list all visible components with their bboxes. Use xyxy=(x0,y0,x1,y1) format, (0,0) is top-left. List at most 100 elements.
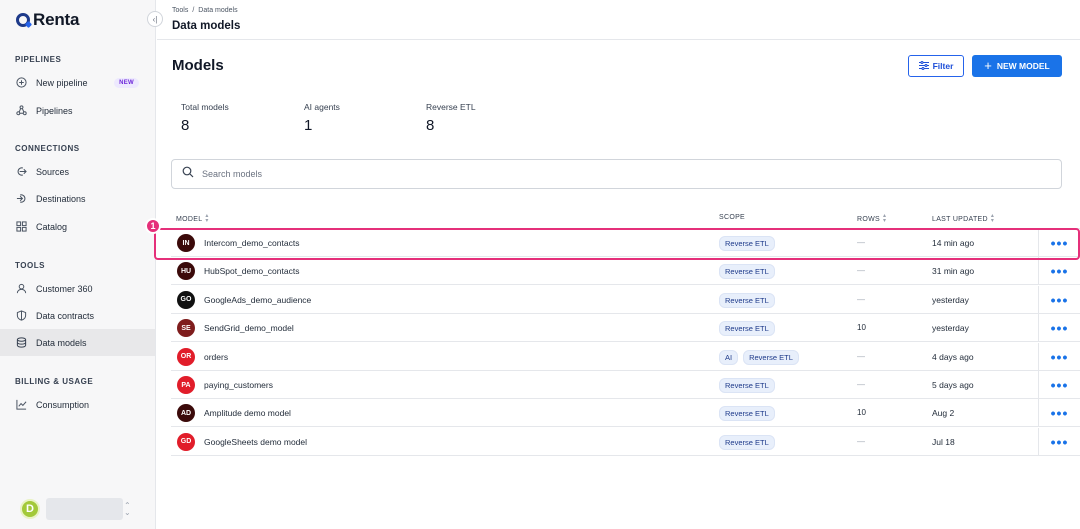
sidebar-item-label: Data models xyxy=(36,337,87,348)
scope-tag: Reverse ETL xyxy=(743,349,799,365)
rows-count: — xyxy=(857,380,865,389)
table-row[interactable]: OR orders AI Reverse ETL — 4 days ago ••• xyxy=(171,342,1080,371)
model-avatar: IN xyxy=(177,234,195,252)
source-icon xyxy=(16,166,27,177)
scope-tag: AI xyxy=(719,349,739,365)
last-updated: 31 min ago xyxy=(932,266,975,277)
last-updated: yesterday xyxy=(932,323,969,334)
more-options-icon: ••• xyxy=(1050,433,1069,450)
row-actions-button[interactable]: ••• xyxy=(1038,314,1080,343)
scope-cell: Reverse ETL xyxy=(719,321,775,337)
row-actions-button[interactable]: ••• xyxy=(1038,342,1080,371)
sidebar-item-destinations[interactable]: Destinations xyxy=(0,185,155,212)
breadcrumb-data-models[interactable]: Data models xyxy=(198,7,237,14)
destination-icon xyxy=(16,193,27,204)
sidebar-item-consumption[interactable]: Consumption xyxy=(0,391,155,418)
table-row[interactable]: GO GoogleAds_demo_audience Reverse ETL — yes… xyxy=(171,285,1080,314)
sidebar-item-label: Customer 360 xyxy=(36,283,93,294)
rows-count: 10 xyxy=(857,323,866,333)
row-actions-button[interactable]: ••• xyxy=(1038,257,1080,286)
last-updated: 4 days ago xyxy=(932,351,974,362)
search-box[interactable] xyxy=(171,159,1062,189)
user-icon xyxy=(16,283,27,294)
section-title-connections: CONNECTIONS xyxy=(15,144,80,153)
sidebar-item-new-pipeline[interactable]: New pipeline NEW xyxy=(0,69,155,96)
renta-logo[interactable]: Renta xyxy=(16,10,79,30)
user-name-redacted xyxy=(46,498,123,520)
search-icon xyxy=(182,165,194,183)
database-icon xyxy=(16,337,27,348)
table-row[interactable]: HU HubSpot_demo_contacts Reverse ETL — 31 mi… xyxy=(171,257,1080,286)
rows-count: — xyxy=(857,238,865,247)
sort-icon: ▴ ▾ xyxy=(882,213,887,224)
scope-cell: Reverse ETL xyxy=(719,236,775,251)
sidebar-item-data-models[interactable]: Data models xyxy=(0,329,155,356)
sidebar: Renta PIPELINES New pipeline NEW Pipelin… xyxy=(0,0,156,529)
column-header-rows[interactable]: ROWS ▴ ▾ xyxy=(857,213,887,224)
new-model-button[interactable]: + NEW MODEL xyxy=(972,55,1062,77)
model-avatar: SE xyxy=(177,319,195,338)
sidebar-item-catalog[interactable]: Catalog xyxy=(0,213,155,240)
model-avatar: OR xyxy=(177,347,195,366)
filter-button[interactable]: Filter xyxy=(908,55,964,77)
scope-cell: Reverse ETL xyxy=(719,406,775,422)
model-name[interactable]: Intercom_demo_contacts xyxy=(204,238,299,248)
model-avatar: AD xyxy=(177,404,195,423)
shield-icon xyxy=(16,310,27,321)
model-name[interactable]: SendGrid_demo_model xyxy=(204,323,294,333)
breadcrumb-tools[interactable]: Tools xyxy=(172,7,188,14)
stat-label: AI agents xyxy=(304,102,340,112)
collapse-sidebar-button[interactable]: ‹| xyxy=(147,11,163,27)
page-title: Data models xyxy=(172,20,241,32)
table-row[interactable]: PA paying_customers Reverse ETL — 5 days ago… xyxy=(171,371,1080,399)
sidebar-item-customer-360[interactable]: Customer 360 xyxy=(0,275,155,302)
search-input[interactable] xyxy=(202,169,1002,179)
stat-value: 8 xyxy=(426,117,435,134)
sidebar-item-label: Catalog xyxy=(36,221,68,232)
sidebar-item-label: Consumption xyxy=(36,399,90,410)
breadcrumb: Tools / Data models xyxy=(172,7,238,14)
rows-count: — xyxy=(857,351,865,361)
sidebar-item-data-contracts[interactable]: Data contracts xyxy=(0,302,155,329)
model-name[interactable]: GoogleSheets demo model xyxy=(204,437,307,447)
model-name[interactable]: HubSpot_demo_contacts xyxy=(204,266,299,276)
row-actions-button[interactable]: ••• xyxy=(1038,229,1080,257)
column-label: LAST UPDATED xyxy=(932,215,988,223)
rows-count: 10 xyxy=(857,408,866,418)
chart-icon xyxy=(16,399,27,410)
row-actions-button[interactable]: ••• xyxy=(1038,285,1080,314)
sidebar-item-pipelines[interactable]: Pipelines xyxy=(0,97,155,124)
sort-icon: ▴ ▾ xyxy=(990,213,995,224)
more-options-icon: ••• xyxy=(1050,291,1069,308)
table-row[interactable]: GD GoogleSheets demo model Reverse ETL — Jul… xyxy=(171,427,1080,456)
row-actions-button[interactable]: ••• xyxy=(1038,399,1080,428)
row-actions-button[interactable]: ••• xyxy=(1038,427,1080,456)
scope-tag: Reverse ETL xyxy=(719,378,775,393)
section-title-pipelines: PIPELINES xyxy=(15,55,62,64)
row-actions-button[interactable]: ••• xyxy=(1038,371,1080,399)
column-header-model[interactable]: MODEL ▴ ▾ xyxy=(176,213,209,224)
model-name[interactable]: orders xyxy=(204,352,228,362)
stat-value: 8 xyxy=(181,117,190,134)
scope-cell: Reverse ETL xyxy=(719,264,775,280)
sidebar-item-label: Sources xyxy=(36,166,70,177)
model-name[interactable]: paying_customers xyxy=(204,380,273,390)
model-name[interactable]: GoogleAds_demo_audience xyxy=(204,295,311,305)
table-row[interactable]: SE SendGrid_demo_model Reverse ETL 10 yester… xyxy=(171,314,1080,343)
more-options-icon: ••• xyxy=(1050,377,1069,393)
stat-label: Total models xyxy=(181,102,229,112)
sidebar-item-sources[interactable]: Sources xyxy=(0,158,155,185)
section-title-billing: BILLING & USAGE xyxy=(15,377,94,386)
stat-label: Reverse ETL xyxy=(426,102,476,112)
stat-total-models: Total models 8 xyxy=(181,102,229,134)
model-name[interactable]: Amplitude demo model xyxy=(204,408,291,418)
model-avatar: GD xyxy=(177,432,195,451)
table-row[interactable]: IN Intercom_demo_contacts Reverse ETL — 14 m… xyxy=(171,229,1080,257)
breadcrumb-separator: / xyxy=(192,7,195,14)
plus-icon: + xyxy=(984,58,992,73)
user-menu[interactable]: D ⌃ ⌄ xyxy=(20,498,131,520)
filter-label: Filter xyxy=(932,61,954,71)
table-row[interactable]: AD Amplitude demo model Reverse ETL 10 Aug 2… xyxy=(171,399,1080,428)
column-header-last-updated[interactable]: LAST UPDATED ▴ ▾ xyxy=(932,213,995,224)
column-label: MODEL xyxy=(176,215,203,223)
